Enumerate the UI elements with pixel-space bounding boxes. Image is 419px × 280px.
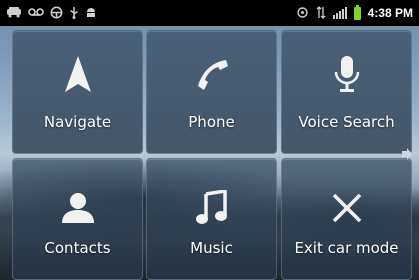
notification-icons [6,6,97,21]
phone-button[interactable]: Phone [146,30,277,154]
contact-person-icon [55,185,101,231]
voicemail-icon [28,7,44,19]
android-debug-icon [85,6,97,20]
contacts-label: Contacts [44,239,111,257]
phone-icon [189,51,235,97]
system-icons: 4:38 PM [296,4,413,21]
phone-label: Phone [188,113,235,131]
contacts-button[interactable]: Contacts [12,158,143,280]
page-right-arrow-icon[interactable] [401,146,413,160]
navigate-button[interactable]: Navigate [12,30,143,154]
status-bar: 4:38 PM [0,0,419,26]
navigate-label: Navigate [43,113,112,131]
clock: 4:38 PM [367,6,413,20]
exit-car-mode-button[interactable]: Exit car mode [281,158,412,280]
voice-search-button[interactable]: Voice Search [281,30,412,154]
microphone-icon [324,51,370,97]
music-label: Music [190,239,233,257]
voice-search-label: Voice Search [298,113,395,131]
music-note-icon [189,185,235,231]
steering-wheel-icon [50,6,63,21]
gps-icon [296,6,309,21]
usb-icon [69,6,79,21]
3g-data-icon [316,5,326,21]
exit-car-mode-label: Exit car mode [294,239,399,257]
navigation-arrow-icon [55,51,101,97]
music-button[interactable]: Music [146,158,277,280]
car-mode-icon [6,6,22,20]
signal-icon [332,7,347,19]
battery-icon [353,4,361,20]
close-x-icon [324,185,370,231]
